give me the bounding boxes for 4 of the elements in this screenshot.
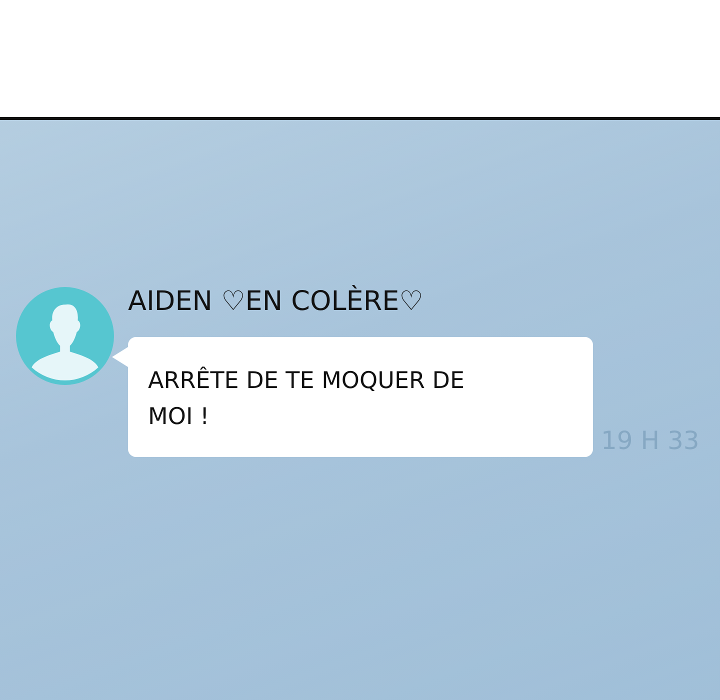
avatar-icon (16, 287, 114, 385)
sender-name: AIDEN ♡EN COLÈRE♡ (128, 287, 424, 317)
message-bubble: ARRÊTE DE TE MOQUER DE MOI ! (128, 337, 593, 457)
bubble-tail (112, 347, 128, 367)
